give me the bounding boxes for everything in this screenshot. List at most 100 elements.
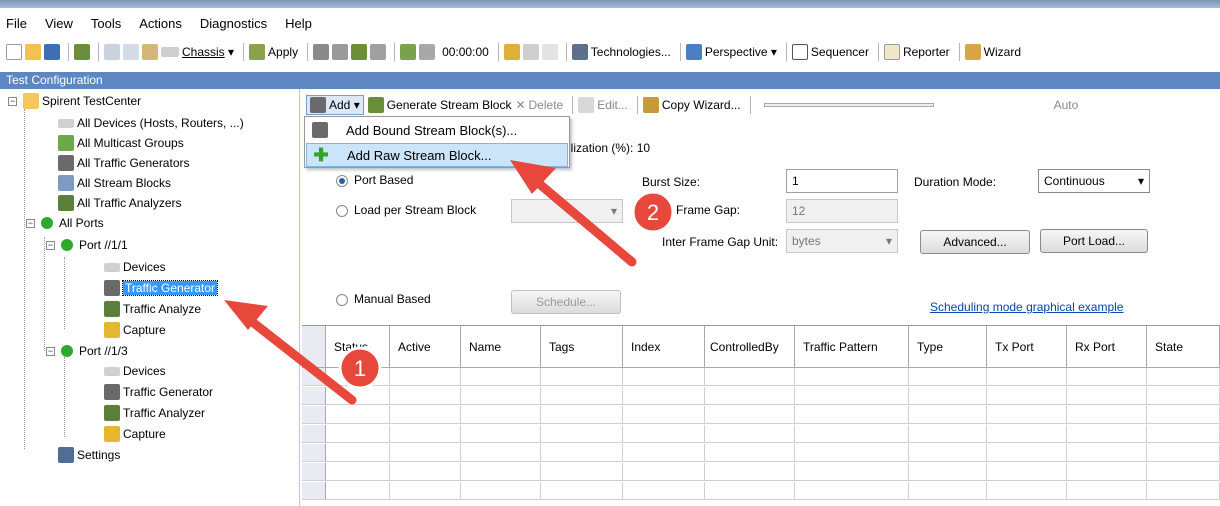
frame-gap-input[interactable]: 12 xyxy=(786,199,898,223)
tree-item-port1-traffic-analyzer[interactable]: Traffic Analyze xyxy=(104,299,201,319)
menu-item-add-bound-stream[interactable]: Add Bound Stream Block(s)... xyxy=(306,118,568,142)
new-file-icon[interactable] xyxy=(6,44,22,60)
table-row[interactable] xyxy=(302,482,1220,500)
menu-actions[interactable]: Actions xyxy=(139,16,182,31)
table-row[interactable] xyxy=(302,425,1220,443)
tree-item-all-multicast[interactable]: All Multicast Groups xyxy=(58,133,184,153)
sequencer-button[interactable]: Sequencer xyxy=(791,44,869,60)
start-traffic-icon[interactable] xyxy=(351,44,368,60)
table-row[interactable] xyxy=(302,444,1220,462)
column-header[interactable]: Name xyxy=(461,326,541,368)
column-header[interactable]: Active xyxy=(390,326,461,368)
tree-item-port3-traffic-generator[interactable]: Traffic Generator xyxy=(104,382,213,402)
tree-item-port3-devices[interactable]: Devices xyxy=(104,361,166,381)
menu-diagnostics[interactable]: Diagnostics xyxy=(200,16,267,31)
start-devices-icon[interactable] xyxy=(313,44,330,60)
tree-item-all-traffic-generators[interactable]: All Traffic Generators xyxy=(58,153,190,173)
scheduling-example-link[interactable]: Scheduling mode graphical example xyxy=(930,300,1123,314)
tree-item-port1-capture[interactable]: Capture xyxy=(104,320,166,340)
duration-mode-select[interactable]: Continuous ▾ xyxy=(1038,169,1150,193)
paste-icon[interactable] xyxy=(142,44,158,60)
advanced-button[interactable]: Advanced... xyxy=(920,230,1030,254)
add-button[interactable]: Add ▾ xyxy=(306,95,364,115)
perspective-button[interactable]: Perspective ▾ xyxy=(685,44,777,60)
tree-item-root[interactable]: − Spirent TestCenter xyxy=(8,91,141,111)
tree-item-port1-traffic-generator[interactable]: Traffic Generator xyxy=(104,278,219,298)
column-header[interactable]: Tags xyxy=(541,326,623,368)
collapse-icon[interactable]: − xyxy=(46,240,55,250)
wizard-button[interactable]: Wizard xyxy=(964,44,1021,60)
chassis-button[interactable]: Chassis ▾ xyxy=(161,45,234,59)
save-icon[interactable] xyxy=(44,44,60,60)
tree-item-port3-traffic-analyzer[interactable]: Traffic Analyzer xyxy=(104,403,205,423)
tree-item-all-traffic-analyzers[interactable]: All Traffic Analyzers xyxy=(58,193,181,213)
technologies-button[interactable]: Technologies... xyxy=(571,44,671,60)
port-based-radio[interactable]: Port Based xyxy=(336,173,413,187)
table-cell xyxy=(623,368,705,386)
tree-item-all-devices[interactable]: All Devices (Hosts, Routers, ...) xyxy=(58,113,244,133)
zoom-slider[interactable] xyxy=(763,103,934,107)
stream-block-table: Status Active Name Tags Index Controlled… xyxy=(302,325,1220,506)
delete-button[interactable]: ✕ Delete xyxy=(515,98,563,112)
config-icon[interactable] xyxy=(74,44,90,60)
menu-file[interactable]: File xyxy=(6,16,27,31)
collapse-icon[interactable]: − xyxy=(46,346,55,356)
port-load-button[interactable]: Port Load... xyxy=(1040,229,1148,253)
column-header[interactable]: Tx Port xyxy=(987,326,1067,368)
tree-item-settings[interactable]: Settings xyxy=(58,445,120,465)
burst-size-input[interactable]: 1 xyxy=(786,169,898,193)
tree-item-port1-devices[interactable]: Devices xyxy=(104,257,166,277)
table-cell xyxy=(1147,406,1220,424)
edit-button[interactable]: Edit... xyxy=(578,97,628,113)
arp-stop-icon[interactable] xyxy=(522,44,539,60)
manual-based-radio[interactable]: Manual Based xyxy=(336,292,431,306)
radio-icon xyxy=(336,204,348,217)
open-folder-icon[interactable] xyxy=(25,44,41,60)
menu-help[interactable]: Help xyxy=(285,16,312,31)
tree-item-port3[interactable]: − Port //1/3 xyxy=(46,341,128,361)
gap-unit-select[interactable]: bytes ▾ xyxy=(786,229,898,253)
capture-stop-icon[interactable] xyxy=(419,44,436,60)
table-row[interactable] xyxy=(302,368,1220,386)
capture-start-icon[interactable] xyxy=(400,44,417,60)
stop-traffic-icon[interactable] xyxy=(370,44,387,60)
menu-item-add-raw-stream[interactable]: ✚ Add Raw Stream Block... xyxy=(306,143,568,167)
load-per-stream-radio[interactable]: Load per Stream Block xyxy=(336,203,476,217)
collapse-icon[interactable]: − xyxy=(26,218,35,228)
tree-item-port1[interactable]: − Port //1/1 xyxy=(46,235,128,255)
column-header[interactable]: State xyxy=(1147,326,1220,368)
column-header[interactable]: ControlledBy xyxy=(705,326,795,368)
reporter-button[interactable]: Reporter xyxy=(883,44,950,60)
edit-label: Edit... xyxy=(597,98,628,112)
generate-stream-block-button[interactable]: Generate Stream Block xyxy=(367,97,511,113)
stop-devices-icon[interactable] xyxy=(332,44,349,60)
column-header[interactable]: Rx Port xyxy=(1067,326,1147,368)
load-per-stream-select[interactable]: ▾ xyxy=(511,199,623,223)
column-header[interactable]: Type xyxy=(909,326,987,368)
tree-item-all-ports[interactable]: − All Ports xyxy=(26,213,104,233)
column-header[interactable]: Index xyxy=(623,326,705,368)
lock-icon[interactable] xyxy=(541,44,558,60)
table-cell xyxy=(795,444,909,462)
menu-view[interactable]: View xyxy=(45,16,73,31)
column-header[interactable]: Status xyxy=(326,326,390,368)
collapse-icon[interactable]: − xyxy=(8,96,17,106)
table-cell xyxy=(1067,482,1147,500)
cut-icon[interactable] xyxy=(104,44,120,60)
perspective-icon xyxy=(685,44,702,60)
tree-item-port3-capture[interactable]: Capture xyxy=(104,424,166,444)
table-row[interactable] xyxy=(302,387,1220,405)
copy-icon[interactable] xyxy=(123,44,139,60)
table-row[interactable] xyxy=(302,406,1220,424)
column-header[interactable]: Traffic Pattern xyxy=(795,326,909,368)
arp-icon[interactable] xyxy=(503,44,520,60)
schedule-button[interactable]: Schedule... xyxy=(511,290,621,314)
apply-button[interactable]: Apply xyxy=(249,44,298,60)
copy-wizard-button[interactable]: Copy Wizard... xyxy=(642,97,741,113)
table-cell xyxy=(390,387,461,405)
devices-icon xyxy=(58,118,74,128)
table-cell xyxy=(795,425,909,443)
tree-item-all-stream-blocks[interactable]: All Stream Blocks xyxy=(58,173,171,193)
menu-tools[interactable]: Tools xyxy=(91,16,121,31)
table-row[interactable] xyxy=(302,463,1220,481)
